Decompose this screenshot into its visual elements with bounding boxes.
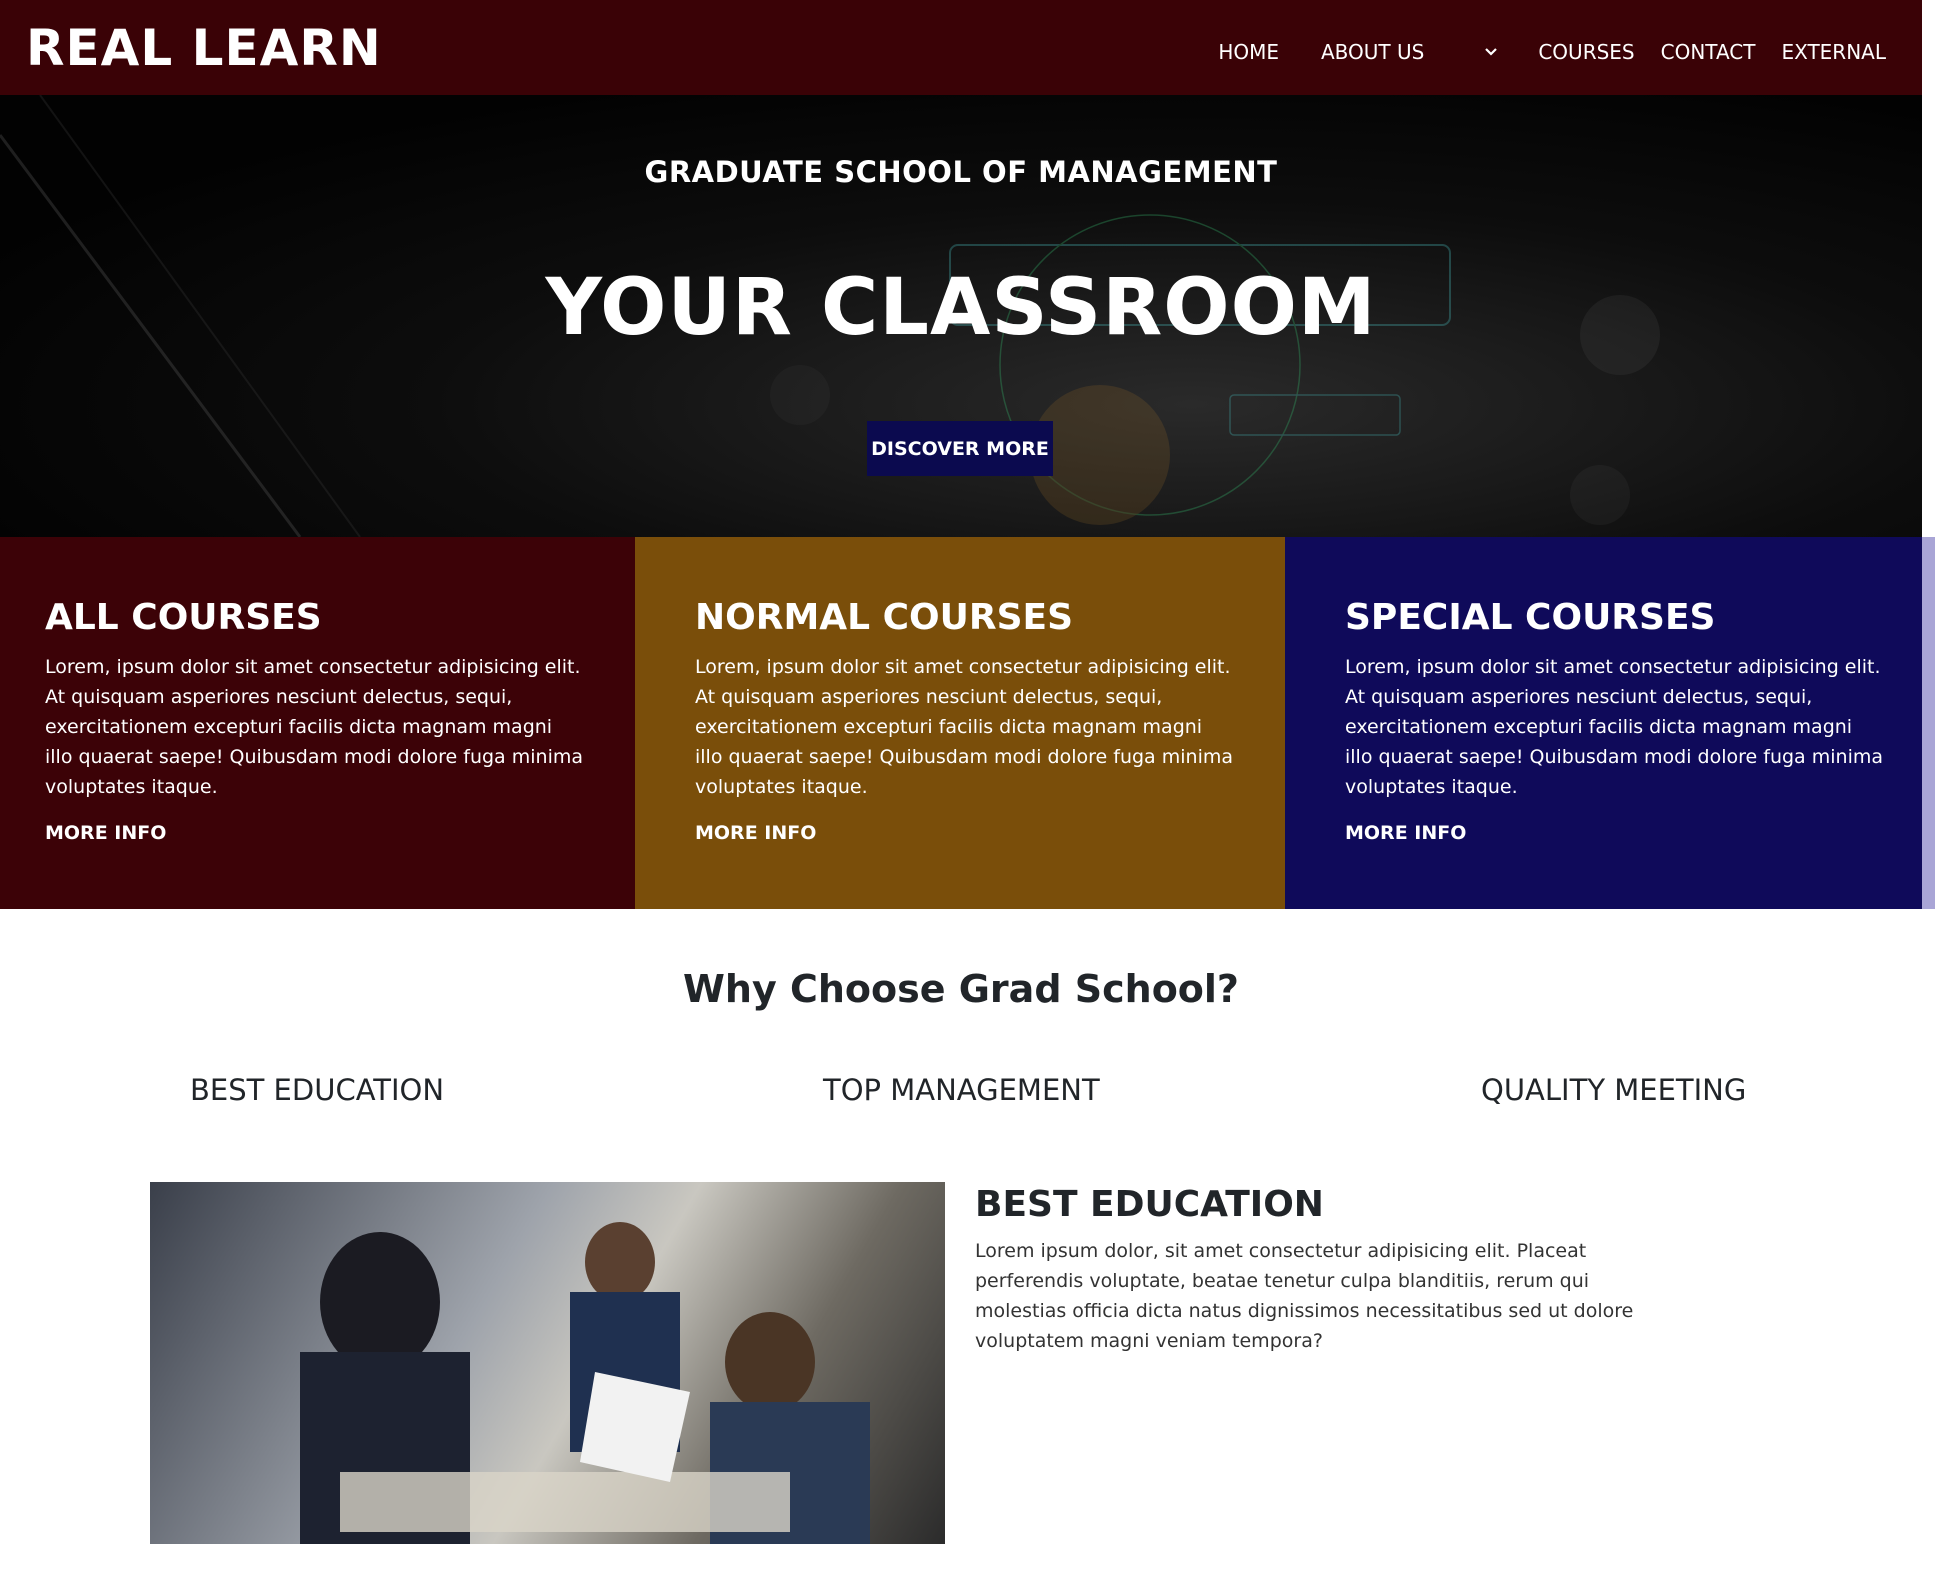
nav-item-external[interactable]: EXTERNAL (1781, 40, 1886, 64)
feature-normal-courses: NORMAL COURSES Lorem, ipsum dolor sit am… (635, 537, 1285, 909)
nav-item-about-us[interactable]: ABOUT US (1321, 40, 1424, 64)
brand-logo[interactable]: REAL LEARN (26, 19, 382, 77)
more-info-link[interactable]: MORE INFO (695, 822, 1240, 844)
nav-menu: HOME ABOUT US COURSES CONTACT EXTERNAL (1192, 40, 1886, 64)
hero-section: GRADUATE SCHOOL OF MANAGEMENT YOUR CLASS… (0, 95, 1922, 537)
course-features: ALL COURSES Lorem, ipsum dolor sit amet … (0, 537, 1922, 909)
hero-subtitle: GRADUATE SCHOOL OF MANAGEMENT (644, 155, 1278, 189)
feature-title: ALL COURSES (45, 597, 322, 638)
content-text: Lorem ipsum dolor, sit amet consectetur … (975, 1240, 1634, 1352)
feature-text: Lorem, ipsum dolor sit amet consectetur … (45, 656, 584, 798)
navbar: REAL LEARN HOME ABOUT US COURSES CONTACT… (0, 0, 1922, 95)
section-title: Why Choose Grad School? (683, 967, 1239, 1011)
hero-title: YOUR CLASSROOM (545, 263, 1377, 353)
chevron-down-icon[interactable] (1484, 45, 1498, 59)
more-info-link[interactable]: MORE INFO (1345, 822, 1877, 844)
nav-item-home[interactable]: HOME (1218, 40, 1279, 64)
feature-all-courses: ALL COURSES Lorem, ipsum dolor sit amet … (0, 537, 635, 909)
nav-item-contact[interactable]: CONTACT (1661, 40, 1756, 64)
tab-quality-meeting[interactable]: QUALITY MEETING (1481, 1073, 1746, 1107)
team-meeting-photo (150, 1182, 945, 1544)
feature-title: SPECIAL COURSES (1345, 597, 1716, 638)
feature-text: Lorem, ipsum dolor sit amet consectetur … (1345, 656, 1884, 798)
feature-special-courses: SPECIAL COURSES Lorem, ipsum dolor sit a… (1285, 537, 1922, 909)
scrollbar[interactable] (1922, 537, 1935, 909)
feature-title: NORMAL COURSES (695, 597, 1074, 638)
feature-text: Lorem, ipsum dolor sit amet consectetur … (695, 656, 1234, 798)
nav-item-courses[interactable]: COURSES (1538, 40, 1634, 64)
tab-list: BEST EDUCATION TOP MANAGEMENT QUALITY ME… (0, 1073, 1922, 1121)
tab-best-education[interactable]: BEST EDUCATION (190, 1073, 444, 1107)
more-info-link[interactable]: MORE INFO (45, 822, 590, 844)
content-heading: BEST EDUCATION (975, 1184, 1324, 1225)
discover-more-button[interactable]: DISCOVER MORE (867, 421, 1053, 476)
tab-top-management[interactable]: TOP MANAGEMENT (823, 1073, 1100, 1107)
